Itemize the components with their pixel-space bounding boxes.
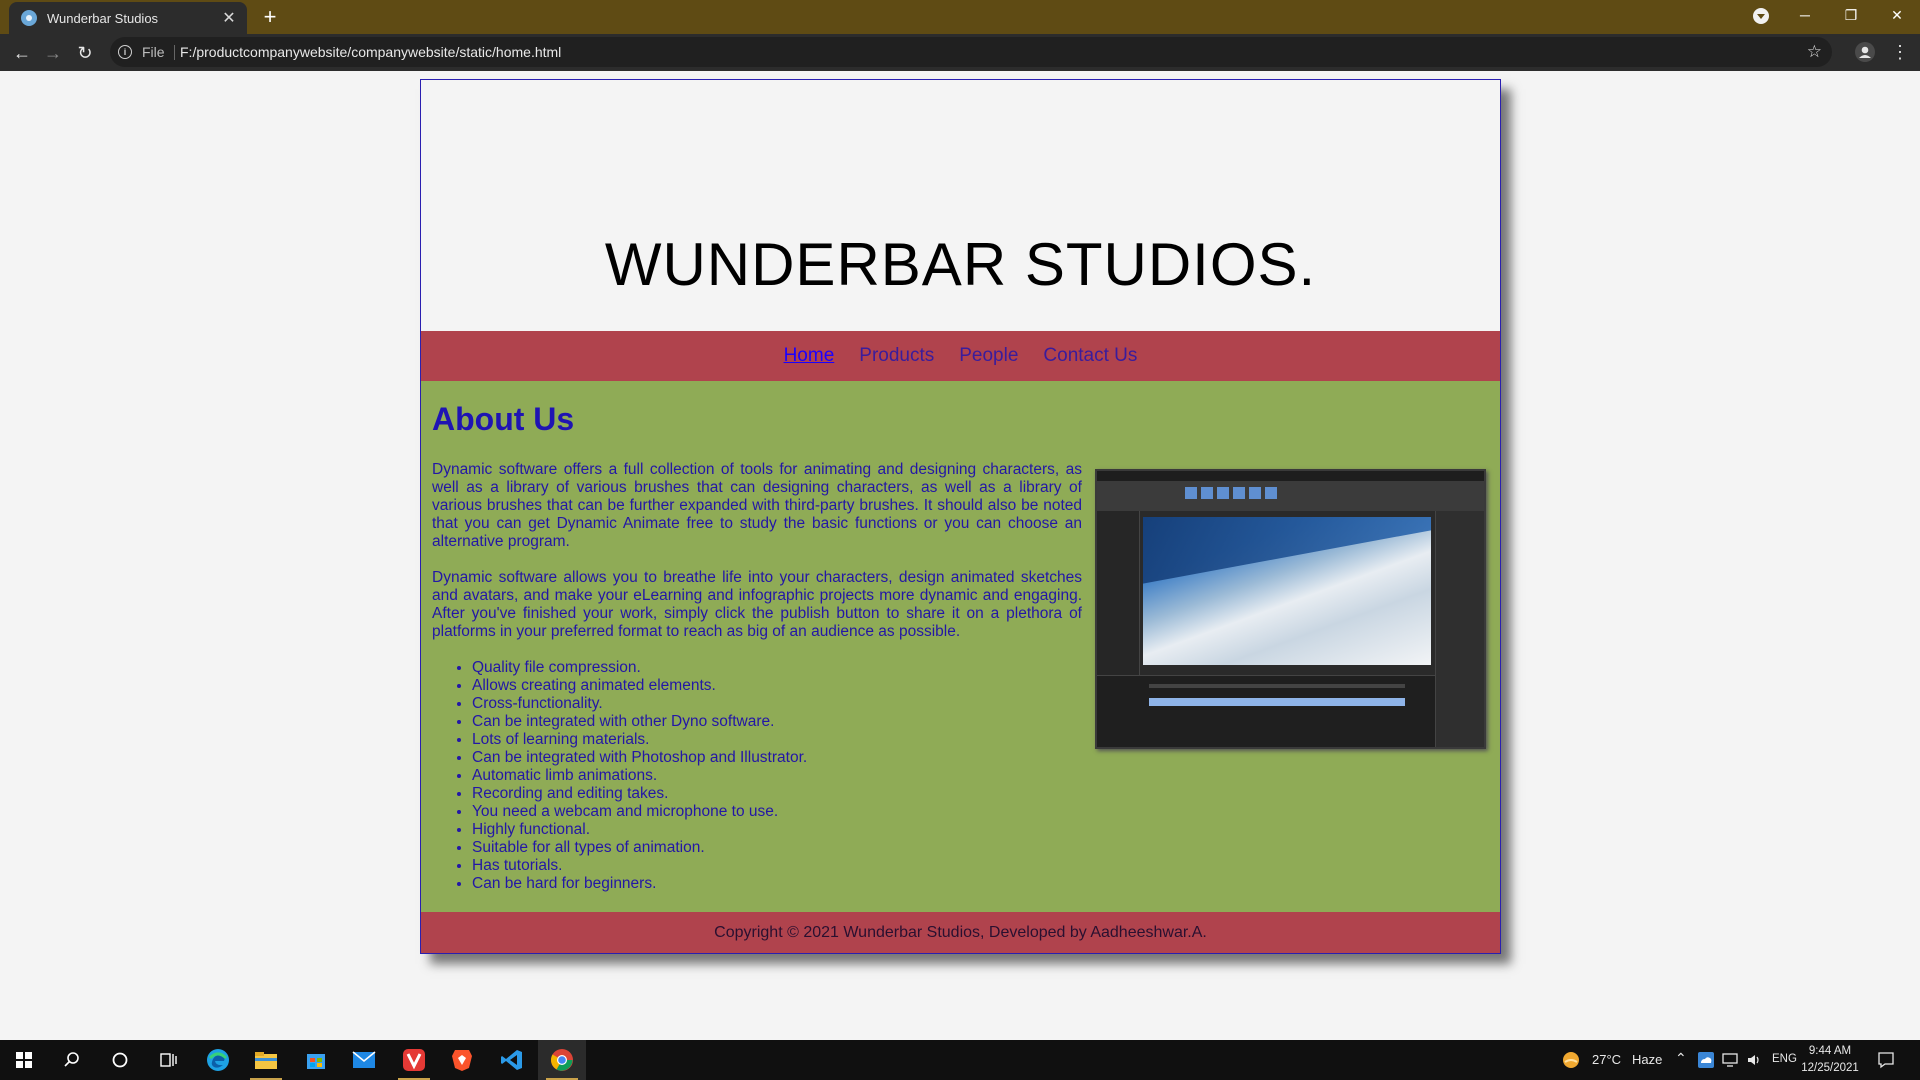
list-item: Allows creating animated elements. xyxy=(472,677,1082,695)
site-footer: Copyright © 2021 Wunderbar Studios, Deve… xyxy=(421,912,1500,953)
vivaldi-icon[interactable] xyxy=(390,1040,438,1080)
nav-link-contact[interactable]: Contact Us xyxy=(1043,345,1137,367)
task-view-icon[interactable] xyxy=(144,1040,192,1080)
account-icon[interactable] xyxy=(1855,42,1875,62)
weather-condition[interactable]: Haze xyxy=(1632,1052,1662,1067)
restore-button[interactable]: ❐ xyxy=(1828,0,1874,30)
url-text[interactable]: F:/productcompanywebsite/companywebsite/… xyxy=(180,44,561,60)
tab-title: Wunderbar Studios xyxy=(47,10,159,26)
search-icon[interactable] xyxy=(48,1040,96,1080)
list-item: Has tutorials. xyxy=(472,857,1082,875)
about-paragraph: Dynamic software offers a full collectio… xyxy=(432,461,1082,550)
feature-list: Quality file compression. Allows creatin… xyxy=(432,659,1082,893)
site-info-icon[interactable]: i xyxy=(118,45,132,59)
list-item: Suitable for all types of animation. xyxy=(472,839,1082,857)
browser-toolbar: ← → ↻ i File F:/productcompanywebsite/co… xyxy=(0,34,1920,71)
forward-icon[interactable]: → xyxy=(41,41,65,65)
scheme-label: File xyxy=(142,44,165,60)
site-title: WUNDERBAR STUDIOS. xyxy=(604,231,1317,298)
cortana-icon[interactable] xyxy=(96,1040,144,1080)
browser-tab-strip: Wunderbar Studios ✕ + ─ ❐ ✕ xyxy=(0,0,1920,34)
weather-icon[interactable] xyxy=(1562,1051,1580,1069)
reload-icon[interactable]: ↻ xyxy=(73,41,97,65)
tab-search-icon[interactable] xyxy=(1753,8,1769,24)
new-tab-button[interactable]: + xyxy=(258,5,282,29)
back-icon[interactable]: ← xyxy=(10,41,34,65)
list-item: Can be integrated with other Dyno softwa… xyxy=(472,713,1082,731)
site-header: WUNDERBAR STUDIOS. xyxy=(421,80,1500,330)
main-content: About Us Dynamic software offers a full … xyxy=(421,381,1500,912)
nav-link-products[interactable]: Products xyxy=(859,345,934,367)
nav-link-people[interactable]: People xyxy=(959,345,1018,367)
system-clock[interactable]: 9:44 AM 12/25/2021 xyxy=(1800,1043,1860,1077)
clock-date: 12/25/2021 xyxy=(1801,1062,1859,1074)
list-item: Lots of learning materials. xyxy=(472,731,1082,749)
screenshot-timeline xyxy=(1097,675,1435,747)
mail-icon[interactable] xyxy=(340,1040,388,1080)
site-nav: Home Products People Contact Us xyxy=(421,331,1500,381)
weather-temp[interactable]: 27°C xyxy=(1592,1052,1621,1067)
brave-icon[interactable] xyxy=(438,1040,486,1080)
bookmark-star-icon[interactable]: ☆ xyxy=(1807,42,1822,62)
clock-time: 9:44 AM xyxy=(1808,1045,1852,1057)
microsoft-store-icon[interactable] xyxy=(292,1040,340,1080)
screenshot-ribbon xyxy=(1097,481,1484,511)
divider xyxy=(174,45,175,60)
vscode-icon[interactable] xyxy=(488,1040,536,1080)
list-item: Cross-functionality. xyxy=(472,695,1082,713)
about-text: Dynamic software offers a full collectio… xyxy=(432,461,1082,893)
list-item: Automatic limb animations. xyxy=(472,767,1082,785)
page-container: WUNDERBAR STUDIOS. Home Products People … xyxy=(420,79,1501,954)
tray-expand-icon[interactable]: ⌃ xyxy=(1675,1050,1687,1067)
list-item: Recording and editing takes. xyxy=(472,785,1082,803)
screenshot-video-preview xyxy=(1143,517,1431,665)
edge-icon[interactable] xyxy=(194,1040,242,1080)
close-window-button[interactable]: ✕ xyxy=(1874,0,1920,30)
tab-close-icon[interactable]: ✕ xyxy=(219,8,239,28)
about-heading: About Us xyxy=(432,401,575,437)
screenshot-right-panel xyxy=(1435,511,1484,747)
list-item: Quality file compression. xyxy=(472,659,1082,677)
about-paragraph: Dynamic software allows you to breathe l… xyxy=(432,569,1082,640)
windows-start-icon[interactable] xyxy=(0,1040,48,1080)
file-explorer-icon[interactable] xyxy=(242,1040,290,1080)
list-item: Highly functional. xyxy=(472,821,1082,839)
list-item: You need a webcam and microphone to use. xyxy=(472,803,1082,821)
screenshot-left-panel xyxy=(1097,511,1140,691)
browser-menu-icon[interactable]: ⋮ xyxy=(1890,42,1910,62)
chrome-icon[interactable] xyxy=(538,1040,586,1080)
language-indicator[interactable]: ENG xyxy=(1772,1053,1797,1065)
list-item: Can be integrated with Photoshop and Ill… xyxy=(472,749,1082,767)
software-screenshot-image xyxy=(1095,469,1486,749)
volume-icon[interactable] xyxy=(1746,1052,1762,1068)
address-bar[interactable]: i File F:/productcompanywebsite/companyw… xyxy=(110,37,1832,67)
browser-tab[interactable]: Wunderbar Studios ✕ xyxy=(9,2,247,34)
onedrive-icon[interactable] xyxy=(1698,1052,1714,1068)
nav-link-home[interactable]: Home xyxy=(784,345,835,367)
network-icon[interactable] xyxy=(1722,1052,1738,1068)
screenshot-titlebar xyxy=(1097,471,1484,481)
list-item: Can be hard for beginners. xyxy=(472,875,1082,893)
notification-icon[interactable] xyxy=(1877,1051,1895,1069)
taskbar: 27°C Haze ⌃ ENG 9:44 AM 12/25/2021 xyxy=(0,1040,1920,1080)
site-favicon-icon xyxy=(21,10,37,26)
minimize-button[interactable]: ─ xyxy=(1782,0,1828,30)
